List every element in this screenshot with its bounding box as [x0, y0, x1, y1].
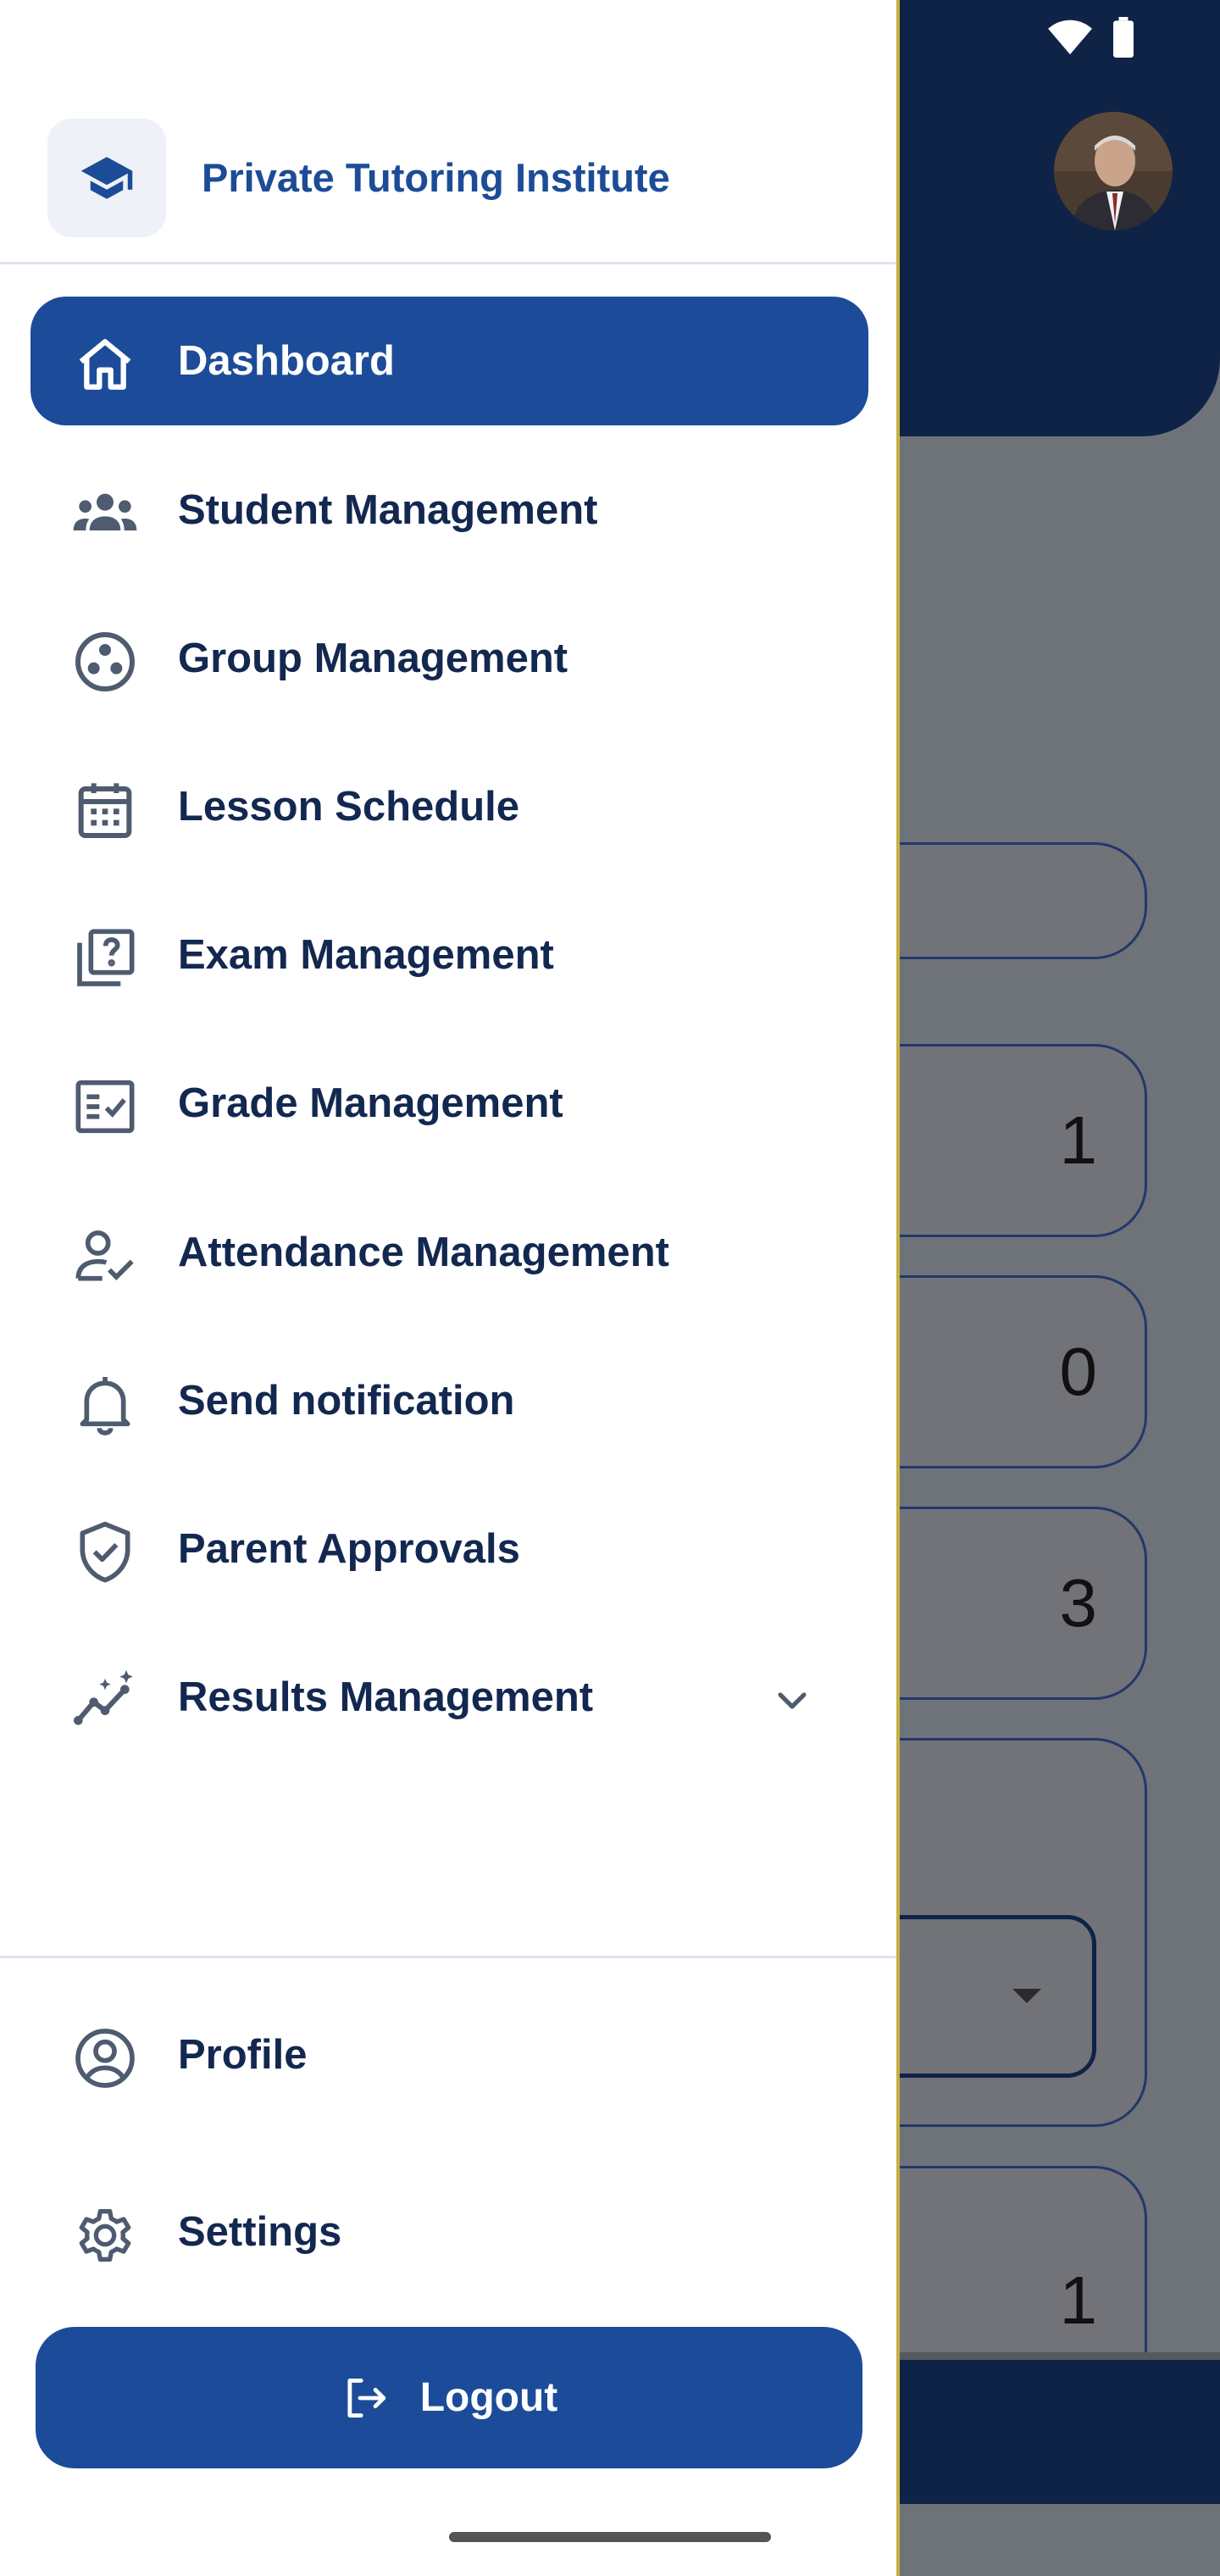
- nav-label: Profile: [178, 2032, 308, 2078]
- nav-label: Parent Approvals: [178, 1526, 520, 1572]
- nav-label: Settings: [178, 2209, 342, 2255]
- account-circle-icon: [71, 2024, 139, 2092]
- fact-check-icon: [71, 1073, 139, 1141]
- dropdown-arrow-icon: [1012, 1989, 1041, 2003]
- nav-item-grade-management[interactable]: Grade Management: [30, 1039, 868, 1168]
- stat-value: 1: [1059, 1102, 1098, 1178]
- user-photo-icon: [1054, 112, 1173, 230]
- nav-item-dashboard[interactable]: Dashboard: [30, 297, 868, 425]
- brand-logo: [47, 119, 166, 237]
- nav-item-lesson-schedule[interactable]: Lesson Schedule: [30, 742, 868, 871]
- nav-item-group-management[interactable]: Group Management: [30, 594, 868, 723]
- nav-item-exam-management[interactable]: Exam Management: [30, 891, 868, 1019]
- nav-label: Results Management: [178, 1674, 594, 1720]
- logout-button[interactable]: Logout: [36, 2327, 862, 2468]
- nav-item-profile[interactable]: Profile: [30, 1990, 868, 2119]
- nav-item-student-management[interactable]: Student Management: [30, 446, 868, 575]
- nav-label: Attendance Management: [178, 1230, 669, 1275]
- drawer-header: Private Tutoring Institute: [0, 0, 896, 264]
- nav-item-settings[interactable]: Settings: [30, 2168, 868, 2296]
- stat-value: 0: [1059, 1334, 1098, 1409]
- home-icon: [71, 330, 139, 398]
- nav-item-send-notification[interactable]: Send notification: [30, 1336, 868, 1465]
- wifi-icon: [1048, 19, 1092, 55]
- home-indicator: [449, 2532, 771, 2542]
- nav-label: Send notification: [178, 1378, 515, 1424]
- chevron-down-icon[interactable]: [768, 1677, 816, 1724]
- quiz-icon: [71, 924, 139, 992]
- workspaces-icon: [71, 628, 139, 696]
- verified-shield-icon: [71, 1518, 139, 1586]
- nav-item-results-management[interactable]: Results Management: [30, 1633, 868, 1762]
- stat-value: 3: [1059, 1565, 1098, 1641]
- logout-label: Logout: [419, 2375, 558, 2420]
- nav-label: Student Management: [178, 487, 598, 533]
- avatar[interactable]: [1054, 112, 1173, 230]
- gear-icon: [71, 2201, 139, 2269]
- drawer-divider: [0, 1956, 896, 1958]
- stat-value: 1: [1059, 2262, 1098, 2338]
- person-check-icon: [71, 1222, 139, 1290]
- nav-label: Dashboard: [178, 338, 395, 384]
- graduation-cap-icon: [80, 157, 133, 199]
- bell-icon: [71, 1370, 139, 1438]
- status-bar-icons: [1047, 15, 1135, 59]
- battery-icon: [1113, 17, 1134, 58]
- group-icon: [71, 480, 139, 547]
- navigation-drawer: Private Tutoring Institute Dashboard Stu…: [0, 0, 900, 2576]
- nav-label: Group Management: [178, 636, 568, 681]
- insights-icon: [71, 1667, 139, 1735]
- nav-label: Lesson Schedule: [178, 784, 520, 830]
- nav-item-parent-approvals[interactable]: Parent Approvals: [30, 1485, 868, 1613]
- app-title: Private Tutoring Institute: [202, 155, 670, 200]
- nav-label: Grade Management: [178, 1080, 563, 1126]
- nav-item-attendance-management[interactable]: Attendance Management: [30, 1188, 868, 1317]
- nav-label: Exam Management: [178, 932, 554, 978]
- logout-icon: [347, 2378, 385, 2418]
- calendar-icon: [71, 776, 139, 844]
